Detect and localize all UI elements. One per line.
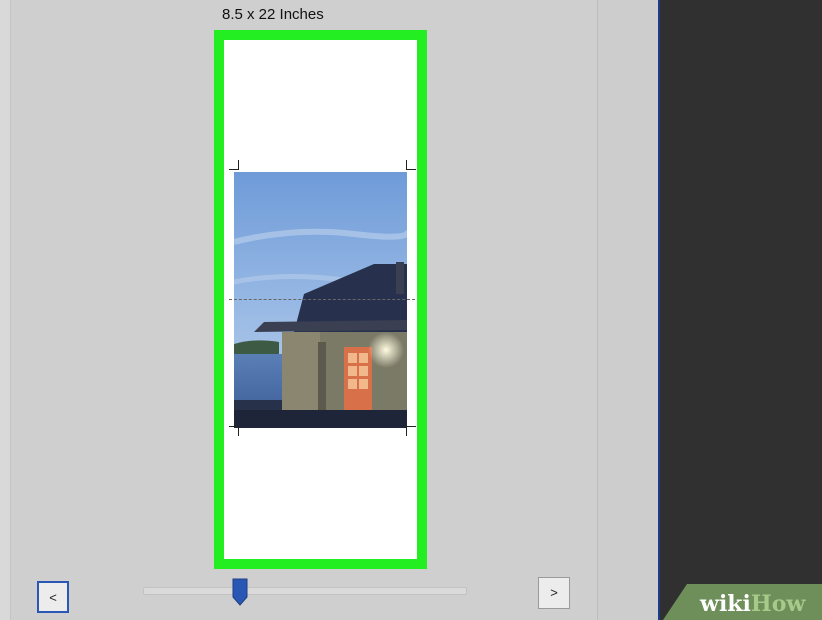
crop-corner-bottom-left[interactable]	[229, 426, 239, 436]
house-photo-image[interactable]	[234, 172, 407, 428]
watermark-part1: wiki	[700, 591, 751, 617]
watermark-part2: How	[750, 591, 806, 617]
dark-side-panel	[658, 0, 822, 620]
crop-corner-top-right[interactable]	[406, 160, 416, 170]
wikihow-logo: wikiHow	[700, 591, 805, 617]
paper-size-label: 8.5 x 22 Inches	[222, 6, 324, 23]
pane-left-edge	[0, 0, 11, 620]
zoom-slider-thumb[interactable]	[232, 578, 248, 606]
crop-corner-top-left[interactable]	[229, 160, 239, 170]
crop-corner-bottom-right[interactable]	[406, 426, 416, 436]
side-strip	[598, 0, 658, 620]
previous-page-button[interactable]: <	[37, 581, 69, 613]
next-page-button[interactable]: >	[538, 577, 570, 609]
zoom-slider-track[interactable]	[143, 587, 467, 595]
dashed-guide-line	[229, 299, 415, 300]
